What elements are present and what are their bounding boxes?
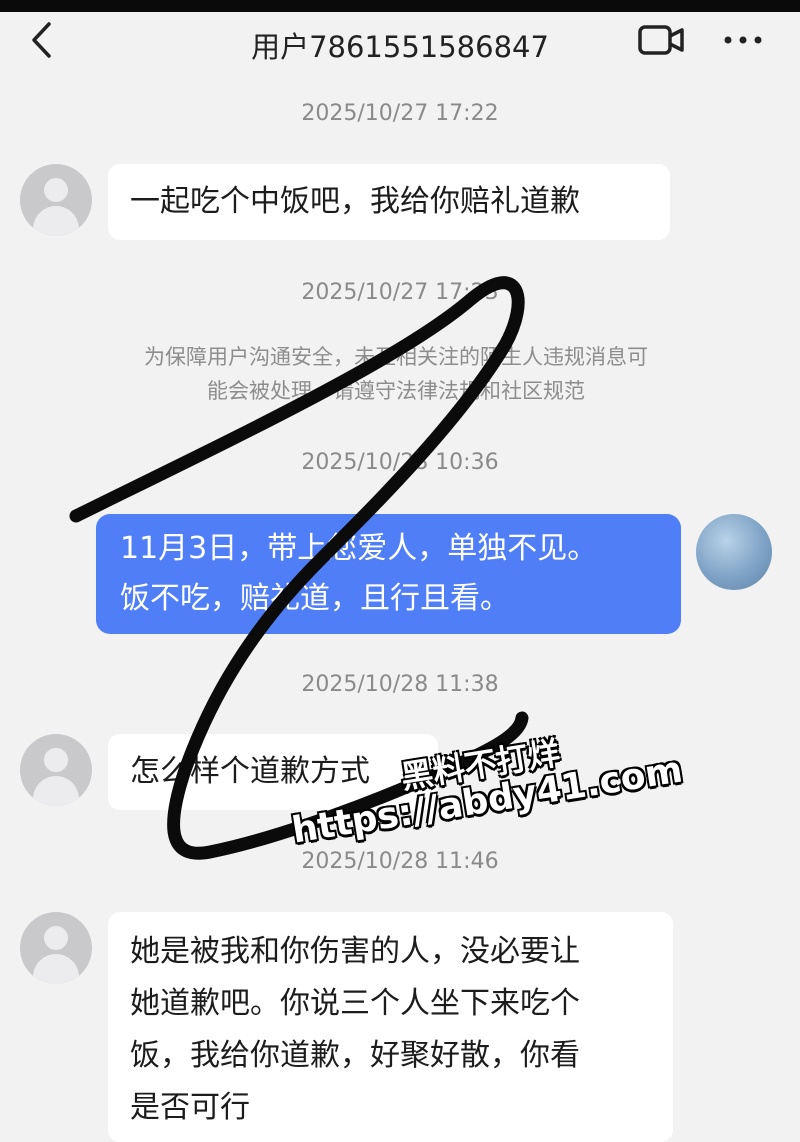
message-timestamp: 2025/10/28 11:38 <box>301 672 499 697</box>
more-dots-icon <box>724 36 762 44</box>
contact-avatar[interactable] <box>20 912 92 984</box>
video-call-button[interactable] <box>636 20 688 60</box>
contact-avatar[interactable] <box>20 734 92 806</box>
chat-header: 用户7861551586847 <box>0 12 800 74</box>
message-bubble-sent[interactable]: 11月3日，带上您爱人，单独不见。 饭不吃，赔礼道，且行且看。 <box>96 514 681 634</box>
status-bar <box>0 0 800 12</box>
message-timestamp: 2025/10/28 10:36 <box>301 450 499 475</box>
my-avatar[interactable] <box>696 514 772 590</box>
avatar-head-shape <box>44 926 68 950</box>
notice-text: 能会被处理，请遵守法律法规和社区规范 <box>207 379 585 403</box>
avatar-body-shape <box>33 206 79 236</box>
message-bubble-received[interactable]: 她是被我和你伤害的人，没必要让 她道歉吧。你说三个人坐下来吃个 饭，我给你道歉，… <box>108 912 673 1142</box>
message-text: 是否可行 <box>130 1090 250 1125</box>
message-bubble-received[interactable]: 一起吃个中饭吧，我给你赔礼道歉 <box>108 164 670 240</box>
message-text: 饭不吃，赔礼道，且行且看。 <box>120 581 510 616</box>
message-text: 她是被我和你伤害的人，没必要让 <box>130 934 580 969</box>
video-camera-icon <box>638 25 684 55</box>
message-timestamp: 2025/10/27 17:22 <box>301 101 499 126</box>
message-text: 11月3日，带上您爱人，单独不见。 <box>120 531 598 566</box>
message-text: 她道歉吧。你说三个人坐下来吃个 <box>130 986 580 1021</box>
avatar-body-shape <box>33 954 79 984</box>
notice-text: 为保障用户沟通安全，未互相关注的陌生人违规消息可 <box>144 345 648 369</box>
message-text: 一起吃个中饭吧，我给你赔礼道歉 <box>130 184 580 219</box>
contact-avatar[interactable] <box>20 164 92 236</box>
avatar-body-shape <box>33 776 79 806</box>
message-text: 怎么样个道歉方式 <box>130 754 370 789</box>
message-text: 饭，我给你道歉，好聚好散，你看 <box>130 1038 580 1073</box>
message-timestamp: 2025/10/27 17:23 <box>301 280 499 305</box>
avatar-head-shape <box>44 748 68 772</box>
message-timestamp: 2025/10/28 11:46 <box>301 849 499 874</box>
avatar-head-shape <box>44 178 68 202</box>
safety-notice: 为保障用户沟通安全，未互相关注的陌生人违规消息可 能会被处理，请遵守法律法规和社… <box>96 340 696 408</box>
more-options-button[interactable] <box>718 20 768 60</box>
